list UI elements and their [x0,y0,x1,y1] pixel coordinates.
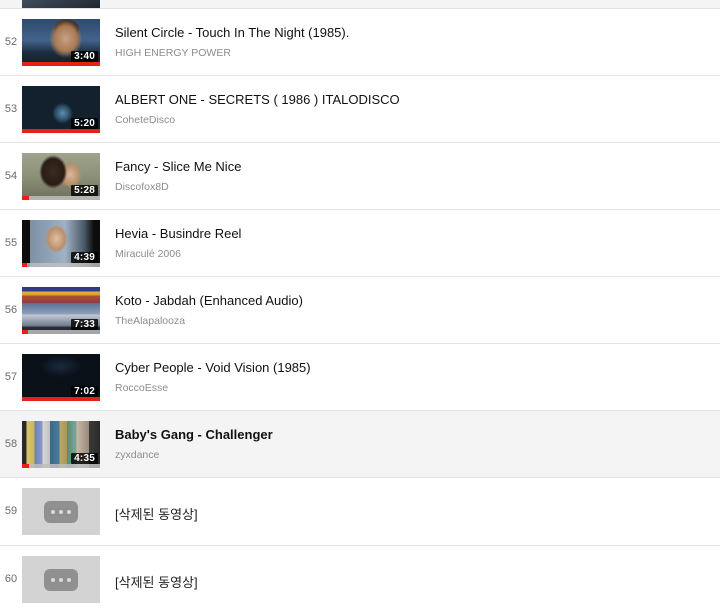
video-title[interactable]: Cyber People - Void Vision (1985) [115,360,720,375]
video-title[interactable]: [삭제된 동영상] [115,575,720,590]
video-meta: Fancy - Slice Me Nice Discofox8D [100,159,720,193]
playlist-row-index: 52 [4,35,18,48]
deleted-video-thumbnail-placeholder [22,556,100,603]
watch-progress-track [22,195,100,200]
ellipsis-dot [67,509,71,514]
video-channel-name[interactable]: Discofox8D [115,181,720,193]
video-title[interactable]: ALBERT ONE - SECRETS ( 1986 ) ITALODISCO [115,92,720,107]
playlist-row[interactable]: 56 7:33 Koto - Jabdah (Enhanced Audio) TheA… [0,277,720,344]
video-thumbnail[interactable]: 4:35 [22,420,100,468]
video-meta: [삭제된 동영상] [100,501,720,522]
playlist-row[interactable]: 59 [삭제된 동영상] [0,478,720,546]
deleted-video-thumbnail-placeholder [22,488,100,535]
watch-progress-fill [22,195,30,200]
watch-progress-fill [22,128,100,133]
watch-progress-track [22,396,100,401]
video-title[interactable]: Fancy - Slice Me Nice [115,159,720,174]
playlist-row[interactable]: 58 4:35 Baby's Gang - Challenger zyxdance [0,411,720,478]
video-title[interactable]: Baby's Gang - Challenger [115,427,720,442]
ellipsis-dot [51,509,55,514]
watch-progress-fill [22,61,100,66]
video-meta: [삭제된 동영상] [100,569,720,590]
ellipsis-dot [67,577,71,582]
playlist-row-index: 60 [4,573,18,585]
watch-progress-track [22,61,100,66]
video-thumbnail[interactable]: 5:20 [22,85,100,133]
watch-progress-track [22,262,100,267]
video-thumbnail[interactable]: 7:33 [22,286,100,334]
video-thumbnail-clipped [22,0,100,8]
video-title[interactable]: Silent Circle - Touch In The Night (1985… [115,25,720,40]
video-channel-name[interactable]: Miraculé 2006 [115,248,720,260]
playlist-row[interactable]: 54 5:28 Fancy - Slice Me Nice Discofox8D [0,143,720,210]
playlist-video-list: 52 3:40 Silent Circle - Touch In The Night… [0,0,720,613]
video-title[interactable]: Koto - Jabdah (Enhanced Audio) [115,293,720,308]
watch-progress-track [22,128,100,133]
video-channel-name[interactable]: TheAlapalooza [115,315,720,327]
video-thumbnail[interactable]: 5:28 [22,152,100,200]
playlist-row-index: 54 [4,169,18,182]
playlist-row[interactable]: 53 5:20 ALBERT ONE - SECRETS ( 1986 ) ITAL… [0,76,720,143]
video-channel-name[interactable]: RoccoEsse [115,382,720,394]
playlist-row-index: 57 [4,370,18,383]
video-meta: Koto - Jabdah (Enhanced Audio) TheAlapalo… [100,293,720,327]
video-title[interactable]: Hevia - Busindre Reel [115,226,720,241]
video-duration-badge: 4:35 [71,452,98,464]
playlist-row-index: 53 [4,102,18,115]
video-duration-badge: 5:28 [71,184,98,196]
playlist-row-index: 56 [4,303,18,316]
playlist-row-index: 59 [4,505,18,517]
playlist-row[interactable]: 57 7:02 Cyber People - Void Vision (1985) R… [0,344,720,411]
video-duration-badge: 3:40 [71,50,98,62]
video-thumbnail[interactable]: 7:02 [22,353,100,401]
ellipsis-icon [44,500,78,523]
watch-progress-fill [22,463,30,468]
playlist-row[interactable]: 52 3:40 Silent Circle - Touch In The Night… [0,9,720,76]
playlist-row[interactable]: 60 [삭제된 동영상] [0,546,720,613]
watch-progress-track [22,463,100,468]
video-thumbnail[interactable]: 4:39 [22,219,100,267]
video-meta: Silent Circle - Touch In The Night (1985… [100,25,720,59]
ellipsis-dot [59,509,63,514]
playlist-row-clipped-top[interactable] [0,0,720,9]
video-thumbnail[interactable]: 3:40 [22,18,100,66]
video-meta: Cyber People - Void Vision (1985) RoccoEs… [100,360,720,394]
video-channel-name[interactable]: HIGH ENERGY POWER [115,47,720,59]
watch-progress-fill [22,262,28,267]
video-channel-name[interactable]: CoheteDisco [115,114,720,126]
ellipsis-dot [59,577,63,582]
video-duration-badge: 4:39 [71,251,98,263]
playlist-row[interactable]: 55 4:39 Hevia - Busindre Reel Miraculé 2006 [0,210,720,277]
watch-progress-track [22,329,100,334]
playlist-row-index: 58 [4,437,18,450]
video-duration-badge: 5:20 [71,117,98,129]
video-meta: ALBERT ONE - SECRETS ( 1986 ) ITALODISCO… [100,92,720,126]
ellipsis-icon [44,568,78,591]
video-duration-badge: 7:02 [71,385,98,397]
watch-progress-fill [22,396,100,401]
video-duration-badge: 7:33 [71,318,98,330]
watch-progress-fill [22,329,29,334]
video-title[interactable]: [삭제된 동영상] [115,507,720,522]
playlist-row-index: 55 [4,236,18,249]
video-meta: Hevia - Busindre Reel Miraculé 2006 [100,226,720,260]
ellipsis-dot [51,577,55,582]
video-channel-name[interactable]: zyxdance [115,449,720,461]
video-meta: Baby's Gang - Challenger zyxdance [100,427,720,461]
